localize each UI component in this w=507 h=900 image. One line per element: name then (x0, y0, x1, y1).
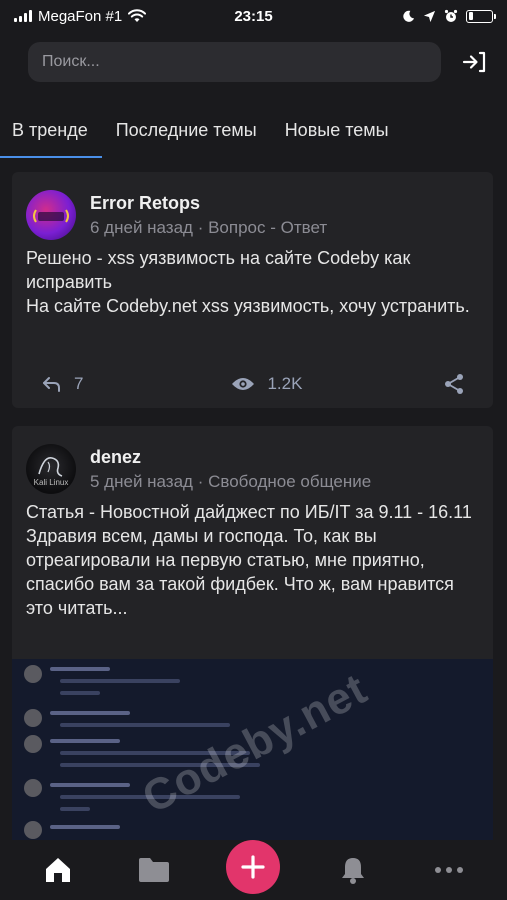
battery-icon (466, 9, 496, 23)
image-watermark: Codeby.net (134, 664, 376, 824)
post-body[interactable]: Статья - Новостной дайджест по ИБ/IT за … (12, 500, 493, 620)
avatar-caption: Kali Linux (33, 477, 69, 487)
nav-notifications-button[interactable] (329, 846, 377, 894)
post-author[interactable]: denez (90, 447, 371, 468)
avatar[interactable] (26, 190, 76, 240)
create-post-button[interactable] (226, 840, 281, 894)
post-meta: 5 дней назад · Свободное общение (90, 471, 372, 491)
tab-new-topics[interactable]: Новые темы (271, 108, 403, 158)
eye-icon (232, 378, 255, 390)
wifi-icon (128, 9, 147, 22)
location-icon (423, 10, 436, 22)
search-input[interactable] (42, 53, 427, 71)
nav-folder-button[interactable] (130, 846, 178, 894)
share-button[interactable] (443, 373, 465, 395)
avatar-graphic-icon (33, 209, 69, 223)
post-meta: 6 дней назад · Вопрос - Ответ (90, 217, 328, 237)
alarm-icon (444, 9, 458, 22)
plus-icon (241, 855, 266, 879)
tab-latest-topics[interactable]: Последние темы (102, 108, 271, 158)
post-card[interactable]: Kali Linux denez 5 дней назад · Свободно… (12, 426, 493, 846)
views-stat: 1.2K (231, 374, 302, 394)
post-actions: 7 1.2K (12, 372, 493, 396)
moon-icon (403, 10, 415, 22)
post-excerpt: Здравия всем, дамы и господа. То, как вы… (26, 526, 454, 618)
clock: 23:15 (234, 7, 273, 25)
reply-button[interactable]: 7 (42, 374, 83, 394)
post-image[interactable]: Codeby.net (12, 659, 493, 846)
nav-more-button[interactable] (425, 846, 473, 894)
tab-trending[interactable]: В тренде (0, 108, 102, 158)
carrier-name: MegaFon #1 (38, 7, 123, 25)
post-author[interactable]: Error Retops (90, 193, 327, 214)
signal-icon (14, 10, 32, 22)
reply-icon (43, 377, 60, 392)
post-body[interactable]: Решено - xss уязвимость на сайте Codeby … (12, 246, 493, 318)
home-icon (46, 858, 71, 882)
search-header (28, 42, 489, 82)
login-icon (462, 51, 486, 73)
reply-count: 7 (74, 374, 84, 393)
post-card[interactable]: Error Retops 6 дней назад · Вопрос - Отв… (12, 172, 493, 408)
share-icon (445, 374, 463, 394)
nav-home-button[interactable] (34, 846, 82, 894)
more-icon (434, 867, 463, 873)
views-count: 1.2K (267, 374, 303, 393)
avatar[interactable]: Kali Linux (26, 444, 76, 494)
feed-tabs: В тренде Последние темы Новые темы (0, 108, 507, 158)
status-bar: MegaFon #1 23:15 (0, 0, 507, 32)
bell-icon (341, 858, 364, 884)
folder-icon (139, 858, 170, 882)
bottom-nav (0, 840, 507, 900)
login-button[interactable] (459, 47, 489, 77)
kali-dragon-icon (38, 456, 63, 477)
search-box (28, 42, 441, 82)
post-title: Статья - Новостной дайджест по ИБ/IT за … (26, 502, 472, 522)
post-excerpt: На сайте Codeby.net xss уязвимость, хочу… (26, 296, 470, 316)
post-title: Решено - xss уязвимость на сайте Codeby … (26, 248, 411, 292)
